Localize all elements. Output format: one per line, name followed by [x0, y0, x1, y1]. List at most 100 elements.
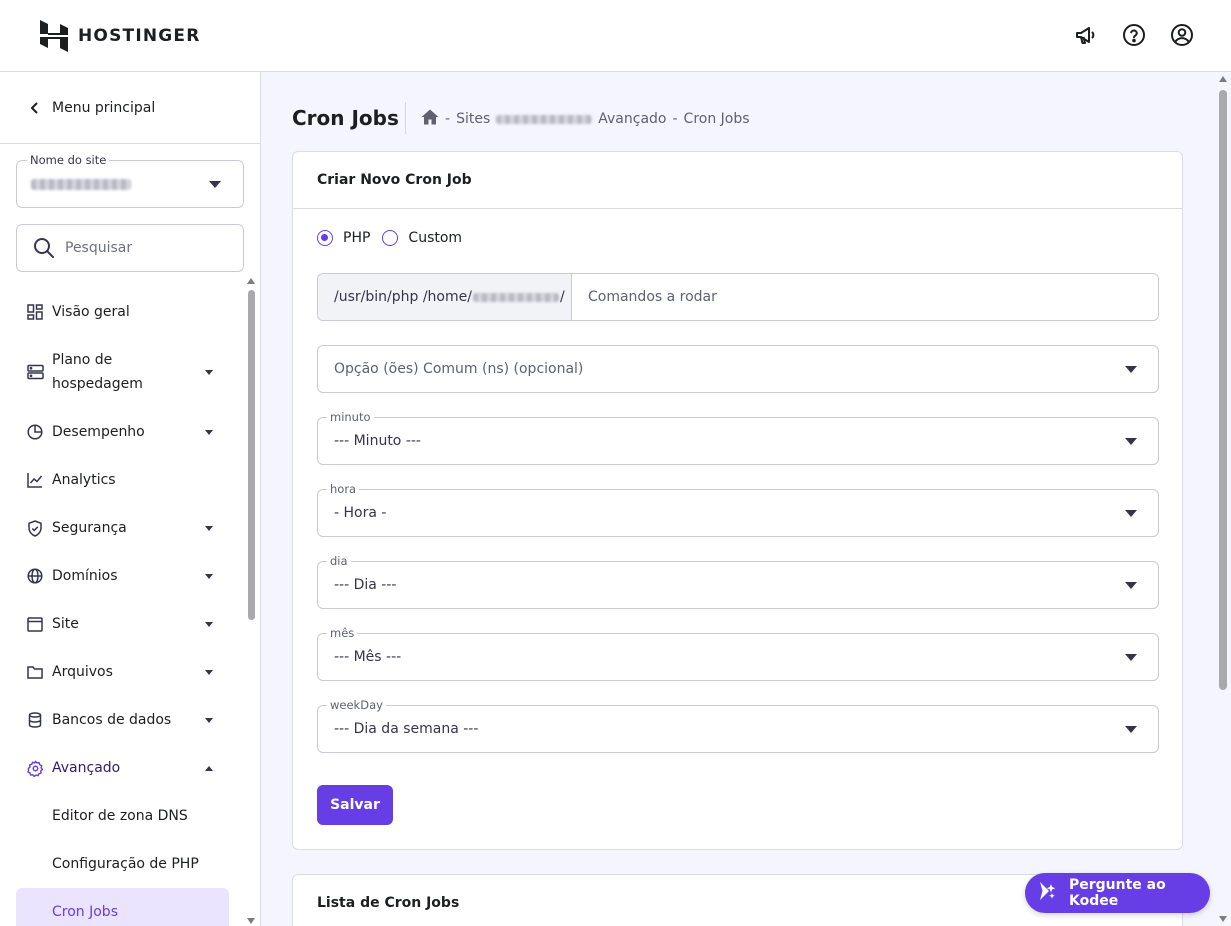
command-prefix-end: / — [559, 289, 565, 305]
sidebar-subitem-dns-zone-editor[interactable]: Editor de zona DNS — [16, 792, 229, 840]
shield-icon — [26, 519, 44, 537]
sidebar-subitem-php-configuration[interactable]: Configuração de PHP — [16, 840, 229, 888]
sidebar-scrollbar[interactable] — [246, 278, 256, 926]
select-value: --- Minuto --- — [334, 433, 421, 449]
scroll-down-arrow-icon[interactable] — [1219, 916, 1227, 922]
scroll-down-arrow-icon[interactable] — [247, 918, 255, 924]
site-name-value-redacted — [31, 179, 131, 190]
kodee-sparkle-icon — [1037, 880, 1059, 906]
sidebar-item-site[interactable]: Site — [16, 600, 229, 648]
search-input[interactable] — [65, 240, 225, 256]
command-input-group: /usr/bin/php /home/ / — [317, 273, 1159, 321]
radio-checked-icon[interactable] — [317, 230, 333, 246]
select-label: mês — [327, 626, 358, 640]
back-label: Menu principal — [52, 99, 156, 116]
select-label: dia — [327, 554, 351, 568]
sidebar-item-performance[interactable]: Desempenho — [16, 408, 229, 456]
database-icon — [26, 711, 44, 729]
sidebar-item-label: Segurança — [52, 520, 127, 536]
site-name-select[interactable]: Nome do site — [16, 153, 244, 208]
chevron-down-icon — [1125, 510, 1137, 517]
radio-label: PHP — [343, 230, 371, 246]
sidebar-item-files[interactable]: Arquivos — [16, 648, 229, 696]
performance-icon — [26, 423, 44, 441]
create-cron-job-card: Criar Novo Cron Job PHP Custom /usr/bin/… — [292, 151, 1183, 850]
chevron-down-icon — [205, 526, 213, 531]
breadcrumb-item-advanced[interactable]: Avançado — [598, 111, 666, 127]
brand-name: HOSTINGER — [78, 26, 201, 46]
site-name-label: Nome do site — [27, 153, 110, 167]
sidebar-subitem-cron-jobs[interactable]: Cron Jobs — [16, 888, 229, 926]
select-value: - Hora - — [334, 505, 387, 521]
command-type-radio-group: PHP Custom — [317, 230, 474, 246]
sidebar-item-label: Bancos de dados — [52, 712, 172, 728]
hour-select[interactable]: hora - Hora - — [317, 482, 1159, 537]
sidebar-item-label: Analytics — [52, 472, 116, 488]
command-path-prefix: /usr/bin/php /home/ / — [318, 274, 572, 320]
scroll-up-arrow-icon[interactable] — [1219, 76, 1227, 82]
radio-php[interactable]: PHP — [317, 230, 370, 246]
sidebar-subitem-label: Cron Jobs — [52, 904, 118, 920]
sidebar-item-label: Desempenho — [52, 424, 145, 440]
sidebar-search[interactable] — [16, 224, 244, 272]
hostinger-logo-icon — [40, 20, 68, 52]
main-scroll-thumb[interactable] — [1219, 90, 1227, 690]
scroll-up-arrow-icon[interactable] — [247, 278, 255, 284]
select-label: weekDay — [327, 698, 386, 712]
month-select[interactable]: mês --- Mês --- — [317, 626, 1159, 681]
top-header: HOSTINGER — [0, 0, 1231, 72]
sidebar-item-hosting-plan[interactable]: Plano de hospedagem — [16, 336, 229, 408]
breadcrumb-site-redacted[interactable] — [496, 114, 593, 124]
sidebar: Menu principal Nome do site Visão geral … — [0, 72, 261, 926]
sidebar-nav: Visão geral Plano de hospedagem Desempen… — [16, 288, 229, 926]
chevron-down-icon — [205, 574, 213, 579]
megaphone-icon[interactable] — [1073, 22, 1099, 48]
save-button[interactable]: Salvar — [317, 785, 393, 825]
select-label: hora — [327, 482, 360, 496]
account-icon[interactable] — [1169, 22, 1195, 48]
minute-select[interactable]: minuto --- Minuto --- — [317, 410, 1159, 465]
common-options-select[interactable]: Opção (ões) Comum (ns) (opcional) — [317, 345, 1159, 393]
sidebar-item-analytics[interactable]: Analytics — [16, 456, 229, 504]
analytics-icon — [26, 471, 44, 489]
main-scrollbar[interactable] — [1216, 72, 1231, 926]
chevron-down-icon — [1125, 582, 1137, 589]
folder-icon — [26, 663, 44, 681]
chevron-down-icon — [1125, 726, 1137, 733]
sidebar-item-advanced[interactable]: Avançado — [16, 744, 229, 792]
sidebar-subitem-label: Editor de zona DNS — [52, 808, 188, 824]
chevron-down-icon — [205, 430, 213, 435]
select-value: --- Dia --- — [334, 577, 397, 593]
radio-custom[interactable]: Custom — [382, 230, 462, 246]
help-icon[interactable] — [1121, 22, 1147, 48]
globe-icon — [26, 567, 44, 585]
sidebar-item-overview[interactable]: Visão geral — [16, 288, 229, 336]
browser-window-icon — [26, 615, 44, 633]
radio-unchecked-icon[interactable] — [382, 230, 399, 246]
sidebar-scroll-thumb[interactable] — [248, 290, 255, 620]
chevron-up-icon — [205, 766, 213, 771]
ask-kodee-button[interactable]: Pergunte ao Kodee — [1025, 873, 1210, 913]
sidebar-item-label: Site — [52, 616, 79, 632]
select-value: --- Mês --- — [334, 649, 402, 665]
weekday-select[interactable]: weekDay --- Dia da semana --- — [317, 698, 1159, 753]
sidebar-item-databases[interactable]: Bancos de dados — [16, 696, 229, 744]
day-select[interactable]: dia --- Dia --- — [317, 554, 1159, 609]
command-input[interactable] — [572, 274, 1158, 320]
back-to-main-menu[interactable]: Menu principal — [0, 72, 260, 144]
sidebar-item-label: Domínios — [52, 568, 118, 584]
sidebar-subitem-label: Configuração de PHP — [52, 856, 199, 872]
home-icon[interactable] — [421, 109, 439, 129]
search-icon — [34, 238, 54, 258]
sidebar-item-domains[interactable]: Domínios — [16, 552, 229, 600]
chevron-down-icon — [205, 718, 213, 723]
sidebar-item-label: Visão geral — [52, 304, 130, 320]
breadcrumb-separator: - — [672, 111, 678, 127]
chevron-down-icon — [205, 622, 213, 627]
chevron-down-icon — [205, 370, 213, 375]
hostinger-logo[interactable]: HOSTINGER — [40, 20, 201, 52]
sidebar-item-security[interactable]: Segurança — [16, 504, 229, 552]
select-placeholder: Opção (ões) Comum (ns) (opcional) — [334, 361, 584, 377]
breadcrumb-item-sites[interactable]: Sites — [456, 111, 490, 127]
breadcrumb: - Sites Avançado - Cron Jobs — [421, 109, 750, 129]
